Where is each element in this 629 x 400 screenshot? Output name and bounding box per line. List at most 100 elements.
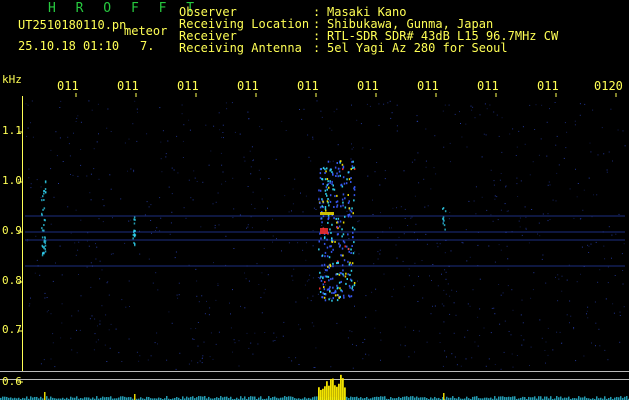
noise-speck [556, 172, 558, 174]
meteor-echo-pixel [343, 296, 345, 299]
noise-speck [74, 242, 76, 244]
noise-speck [67, 206, 69, 208]
noise-speck [437, 246, 439, 248]
noise-speck [442, 365, 444, 367]
meteor-echo-pixel [329, 263, 331, 266]
meteor-echo-pixel [318, 189, 320, 192]
power-peak [318, 387, 320, 400]
noise-speck [230, 327, 232, 329]
noise-speck [375, 310, 377, 312]
noise-speck [500, 368, 502, 370]
noise-speck [156, 332, 158, 334]
noise-speck [299, 328, 301, 330]
meteor-echo-pixel [332, 184, 334, 187]
noise-speck [611, 257, 612, 259]
power-bar [452, 396, 454, 400]
noise-speck [259, 126, 261, 128]
meteor-echo-pixel [347, 233, 349, 236]
echo-pixel [45, 191, 47, 194]
noise-speck [446, 356, 447, 358]
noise-speck [88, 245, 90, 247]
noise-speck [250, 173, 252, 175]
meteor-echo-pixel [350, 263, 353, 266]
noise-speck [102, 199, 104, 201]
noise-speck [175, 368, 177, 370]
meteor-echo-pixel [351, 262, 354, 265]
power-bar [382, 396, 384, 400]
noise-speck [535, 104, 537, 106]
power-bar [46, 396, 48, 400]
noise-speck [378, 124, 380, 126]
noise-speck [558, 278, 560, 280]
noise-speck [112, 253, 114, 255]
meteor-echo-pixel [340, 289, 342, 292]
noise-speck [552, 199, 554, 201]
power-bar [416, 396, 418, 400]
noise-speck [28, 168, 30, 170]
noise-speck [32, 136, 34, 138]
noise-speck [610, 108, 612, 110]
noise-speck [166, 359, 168, 361]
noise-speck [362, 358, 364, 360]
noise-speck [479, 335, 481, 336]
noise-speck [549, 184, 551, 186]
meteor-echo-pixel [334, 195, 336, 198]
power-bar [110, 396, 112, 400]
noise-speck [566, 131, 568, 133]
noise-speck [441, 273, 442, 275]
noise-speck [500, 173, 502, 174]
noise-speck [474, 117, 476, 119]
noise-speck [468, 200, 470, 202]
noise-speck [292, 188, 294, 190]
noise-speck [247, 111, 249, 113]
noise-speck [554, 102, 556, 103]
noise-speck [77, 310, 79, 312]
noise-speck [90, 286, 92, 288]
noise-speck [521, 299, 523, 301]
noise-speck [202, 181, 204, 183]
meteor-echo-pixel [319, 176, 322, 179]
meteor-echo-pixel [352, 252, 355, 255]
power-bar [202, 396, 204, 400]
noise-speck [396, 207, 397, 209]
meteor-echo-pixel [334, 294, 337, 297]
noise-speck [61, 322, 63, 324]
meteor-echo-pixel [320, 237, 322, 240]
power-peak [134, 394, 136, 400]
noise-speck [50, 149, 52, 151]
noise-speck [349, 330, 351, 332]
noise-speck [212, 358, 214, 360]
power-bar [244, 396, 246, 400]
noise-speck [563, 157, 565, 159]
meteor-echo-pixel [329, 228, 331, 231]
meteor-echo-pixel [326, 288, 329, 291]
noise-speck [556, 135, 558, 137]
noise-speck [477, 244, 479, 246]
noise-speck [267, 220, 269, 221]
noise-speck [504, 203, 506, 205]
noise-speck [606, 171, 608, 173]
noise-speck [195, 268, 197, 270]
noise-speck [210, 332, 212, 334]
spectrogram-plot [0, 93, 629, 400]
noise-speck [252, 191, 254, 193]
noise-speck [44, 297, 46, 299]
noise-speck [28, 305, 30, 307]
noise-speck [357, 280, 358, 282]
power-bar [568, 396, 570, 400]
noise-speck [519, 217, 521, 219]
meteor-echo-pixel [338, 170, 341, 173]
antenna-label: Receiving Antenna [179, 41, 302, 55]
noise-speck [124, 242, 126, 244]
meteor-echo-pixel [321, 205, 323, 208]
noise-speck [445, 278, 447, 280]
noise-speck [246, 227, 247, 229]
noise-speck [120, 198, 122, 200]
noise-speck [459, 111, 460, 113]
power-bar [544, 396, 546, 400]
y-tick-1-1: 1.1 [2, 124, 22, 137]
meteor-echo-pixel [350, 215, 352, 218]
noise-speck [396, 104, 398, 106]
noise-speck [391, 112, 393, 114]
noise-speck [313, 325, 315, 327]
